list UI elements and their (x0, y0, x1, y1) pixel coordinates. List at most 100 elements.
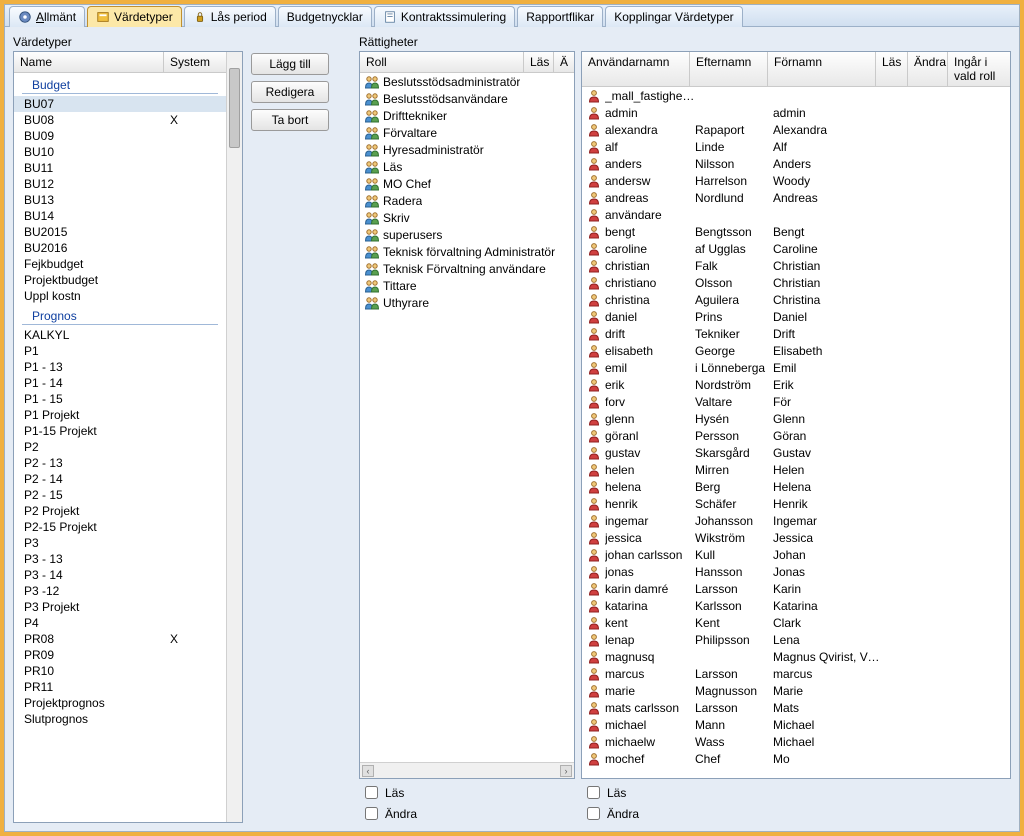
col-fornamn[interactable]: Förnamn (768, 52, 876, 86)
user-row[interactable]: alfLindeAlf (582, 138, 1010, 155)
role-row[interactable]: Radera (360, 192, 574, 209)
list-item[interactable]: Fejkbudget (14, 256, 226, 272)
vardetyper-list[interactable]: NameSystemBudgetBU07BU08XBU09BU10BU11BU1… (13, 51, 243, 823)
role-row[interactable]: superusers (360, 226, 574, 243)
users-read-checkbox[interactable]: Läs (581, 783, 639, 802)
list-item[interactable]: Projektprognos (14, 695, 226, 711)
list-item[interactable]: P1 Projekt (14, 407, 226, 423)
user-row[interactable]: adminadmin (582, 104, 1010, 121)
user-row[interactable]: carolineaf UgglasCaroline (582, 240, 1010, 257)
users-edit-checkbox[interactable]: Ändra (581, 804, 639, 823)
list-item[interactable]: BU14 (14, 208, 226, 224)
col-ingar[interactable]: Ingår i vald roll (948, 52, 1010, 86)
col-name[interactable]: Name (14, 52, 164, 72)
user-row[interactable]: ingemarJohanssonIngemar (582, 512, 1010, 529)
list-item[interactable]: Slutprognos (14, 711, 226, 727)
list-item[interactable]: P1-15 Projekt (14, 423, 226, 439)
delete-button[interactable]: Ta bort (251, 109, 329, 131)
list-item[interactable]: P2 - 15 (14, 487, 226, 503)
user-row[interactable]: erikNordströmErik (582, 376, 1010, 393)
user-row[interactable]: christianFalkChristian (582, 257, 1010, 274)
list-item[interactable]: BU09 (14, 128, 226, 144)
roles-list[interactable]: Roll Läs Ä BeslutsstödsadministratörBesl… (359, 51, 575, 779)
edit-button[interactable]: Redigera (251, 81, 329, 103)
role-row[interactable]: Läs (360, 158, 574, 175)
user-row[interactable]: användare (582, 206, 1010, 223)
user-row[interactable]: forvValtareFör (582, 393, 1010, 410)
role-row[interactable]: Teknisk Förvaltning användare (360, 260, 574, 277)
roles-hscrollbar[interactable]: ‹ › (360, 762, 574, 778)
list-item[interactable]: P3 (14, 535, 226, 551)
tab-värdetyper[interactable]: Värdetyper (87, 6, 182, 27)
list-item[interactable]: BU08X (14, 112, 226, 128)
list-item[interactable]: BU10 (14, 144, 226, 160)
user-row[interactable]: karin damréLarssonKarin (582, 580, 1010, 597)
user-row[interactable]: jessicaWikströmJessica (582, 529, 1010, 546)
user-row[interactable]: helenaBergHelena (582, 478, 1010, 495)
list-item[interactable]: P2 - 13 (14, 455, 226, 471)
list-item[interactable]: P2-15 Projekt (14, 519, 226, 535)
list-item[interactable]: P4 (14, 615, 226, 631)
list-item[interactable]: P1 - 13 (14, 359, 226, 375)
tab-allmänt[interactable]: Allmänt (9, 6, 85, 27)
list-item[interactable]: P2 Projekt (14, 503, 226, 519)
list-item[interactable]: P3 -12 (14, 583, 226, 599)
list-item[interactable]: P1 - 15 (14, 391, 226, 407)
role-row[interactable]: Tittare (360, 277, 574, 294)
user-row[interactable]: christinaAguileraChristina (582, 291, 1010, 308)
list-item[interactable]: P2 (14, 439, 226, 455)
user-row[interactable]: emili LönnebergaEmil (582, 359, 1010, 376)
users-header[interactable]: Användarnamn Efternamn Förnamn Läs Ändra… (582, 52, 1010, 87)
add-button[interactable]: Lägg till (251, 53, 329, 75)
user-row[interactable]: gustavSkarsgårdGustav (582, 444, 1010, 461)
user-row[interactable]: elisabethGeorgeElisabeth (582, 342, 1010, 359)
list-item[interactable]: P2 - 14 (14, 471, 226, 487)
list-item[interactable]: BU07 (14, 96, 226, 112)
user-row[interactable]: michaelMannMichael (582, 716, 1010, 733)
list-item[interactable]: KALKYL (14, 327, 226, 343)
list-item[interactable]: PR10 (14, 663, 226, 679)
list-item[interactable]: BU13 (14, 192, 226, 208)
user-row[interactable]: driftTeknikerDrift (582, 325, 1010, 342)
list-item[interactable]: P1 - 14 (14, 375, 226, 391)
user-row[interactable]: anderswHarrelsonWoody (582, 172, 1010, 189)
col-andra[interactable]: Ändra (908, 52, 948, 86)
user-row[interactable]: michaelwWassMichael (582, 733, 1010, 750)
user-row[interactable]: alexandraRapaportAlexandra (582, 121, 1010, 138)
list-item[interactable]: PR11 (14, 679, 226, 695)
list-item[interactable]: P1 (14, 343, 226, 359)
col-anvandarnamn[interactable]: Användarnamn (582, 52, 690, 86)
role-row[interactable]: Förvaltare (360, 124, 574, 141)
list-item[interactable]: Projektbudget (14, 272, 226, 288)
list-item[interactable]: P3 - 13 (14, 551, 226, 567)
col-las[interactable]: Läs (524, 52, 554, 72)
tab-budgetnycklar[interactable]: Budgetnycklar (278, 6, 372, 27)
user-row[interactable]: glennHysénGlenn (582, 410, 1010, 427)
user-row[interactable]: christianoOlssonChristian (582, 274, 1010, 291)
role-row[interactable]: Skriv (360, 209, 574, 226)
user-row[interactable]: göranlPerssonGöran (582, 427, 1010, 444)
scroll-thumb[interactable] (229, 68, 240, 148)
col-system[interactable]: System (164, 52, 226, 72)
col-las[interactable]: Läs (876, 52, 908, 86)
user-row[interactable]: marcusLarssonmarcus (582, 665, 1010, 682)
col-andra[interactable]: Ä (554, 52, 572, 72)
list-item[interactable]: Uppl kostn (14, 288, 226, 304)
user-row[interactable]: jonasHanssonJonas (582, 563, 1010, 580)
tab-kontraktssimulering[interactable]: Kontraktssimulering (374, 6, 515, 27)
user-row[interactable]: henrikSchäferHenrik (582, 495, 1010, 512)
col-efternamn[interactable]: Efternamn (690, 52, 768, 86)
list-item[interactable]: BU2016 (14, 240, 226, 256)
user-row[interactable]: andreasNordlundAndreas (582, 189, 1010, 206)
list-item[interactable]: BU2015 (14, 224, 226, 240)
tab-kopplingar-värdetyper[interactable]: Kopplingar Värdetyper (605, 6, 742, 27)
role-row[interactable]: Drifttekniker (360, 107, 574, 124)
user-row[interactable]: marieMagnussonMarie (582, 682, 1010, 699)
list-item[interactable]: BU11 (14, 160, 226, 176)
role-row[interactable]: Beslutsstödsanvändare (360, 90, 574, 107)
list-item[interactable]: PR09 (14, 647, 226, 663)
users-list[interactable]: Användarnamn Efternamn Förnamn Läs Ändra… (581, 51, 1011, 779)
scroll-right-icon[interactable]: › (560, 765, 572, 777)
user-row[interactable]: mochefChefMo (582, 750, 1010, 767)
roles-edit-checkbox[interactable]: Ändra (359, 804, 575, 823)
